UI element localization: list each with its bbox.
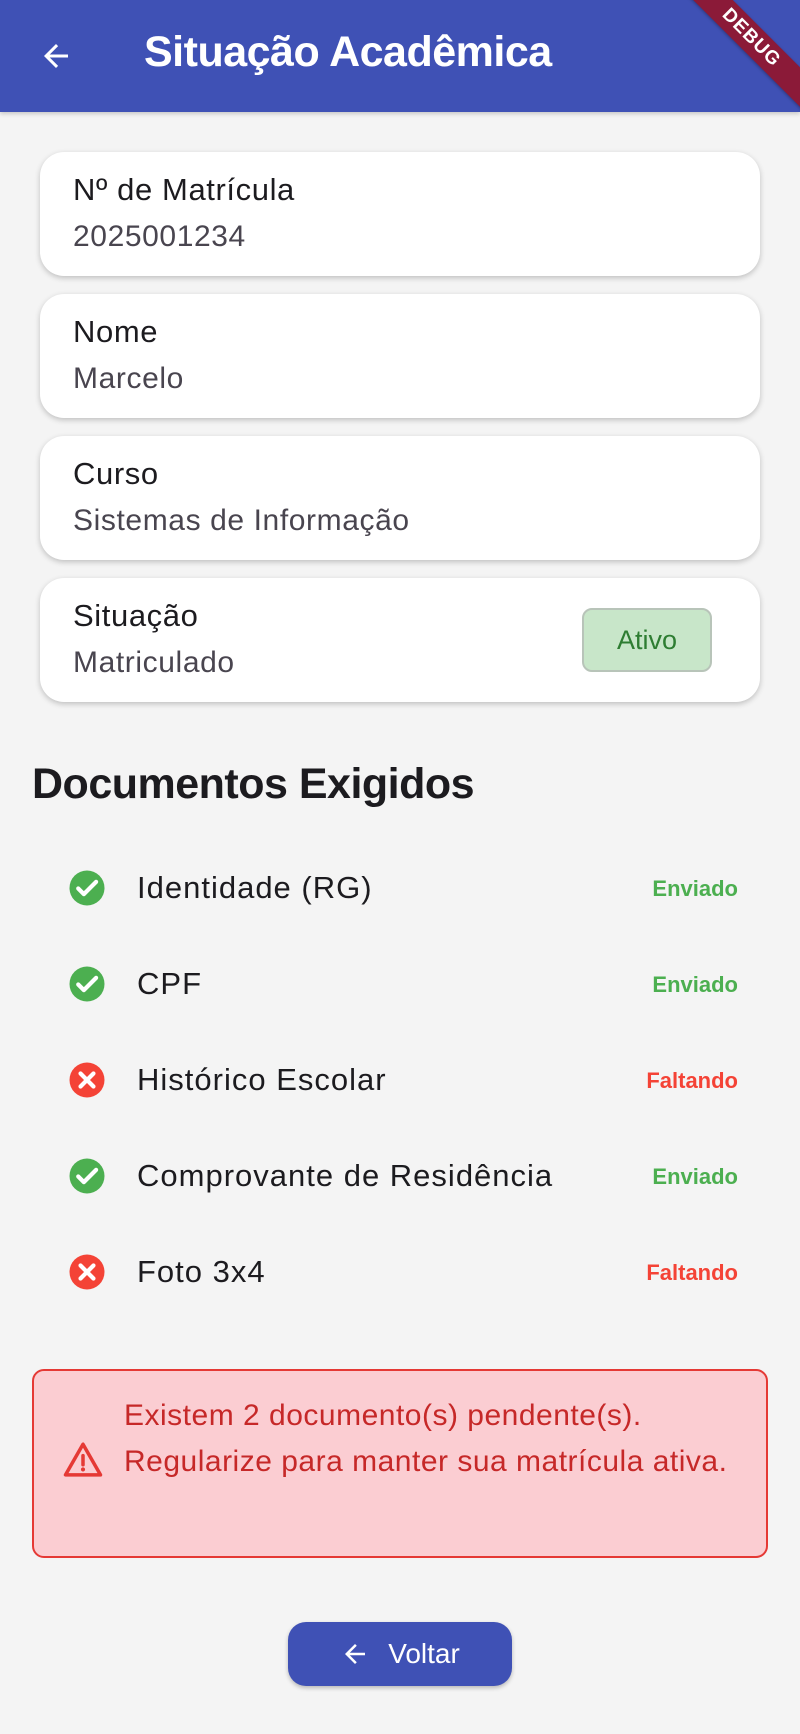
check-circle-icon [69, 870, 105, 906]
list-item: CPF Enviado [64, 954, 738, 1014]
check-circle-icon [69, 966, 105, 1002]
card-nome: Nome Marcelo [40, 294, 760, 418]
document-status: Enviado [652, 1164, 738, 1189]
document-name: Comprovante de Residência [137, 1158, 554, 1193]
pending-documents-alert: Existem 2 documento(s) pendente(s). Regu… [32, 1369, 768, 1558]
back-button[interactable] [24, 24, 88, 88]
card-label: Curso [73, 456, 159, 491]
document-status: Enviado [652, 876, 738, 901]
app-bar: Situação Acadêmica DEBUG [0, 0, 800, 112]
debug-banner: DEBUG [673, 0, 800, 112]
document-name: Identidade (RG) [137, 870, 373, 905]
card-label: Situação [73, 598, 199, 633]
card-value: Sistemas de Informação [73, 504, 410, 537]
list-item: Histórico Escolar Faltando [64, 1050, 738, 1110]
arrow-back-icon [340, 1639, 370, 1669]
document-status: Faltando [646, 1260, 738, 1285]
list-item: Foto 3x4 Faltando [64, 1242, 738, 1302]
cancel-circle-icon [69, 1254, 105, 1290]
card-situacao: Situação Matriculado Ativo [40, 578, 760, 702]
alert-message: Existem 2 documento(s) pendente(s). Regu… [124, 1399, 728, 1478]
voltar-button-label: Voltar [388, 1638, 460, 1669]
card-curso: Curso Sistemas de Informação [40, 436, 760, 560]
card-value: Marcelo [73, 362, 184, 395]
card-value: 2025001234 [73, 220, 246, 253]
card-label: Nome [73, 314, 159, 349]
list-item: Identidade (RG) Enviado [64, 858, 738, 918]
cancel-circle-icon [69, 1062, 105, 1098]
warning-icon [63, 1442, 103, 1477]
document-name: Histórico Escolar [137, 1062, 387, 1097]
arrow-back-icon [44, 44, 68, 68]
page-title: Situação Acadêmica [144, 28, 552, 76]
status-badge: Ativo [582, 608, 712, 672]
check-circle-icon [69, 1158, 105, 1194]
voltar-button[interactable]: Voltar [288, 1622, 512, 1686]
documents-title: Documentos Exigidos [32, 760, 475, 808]
document-status: Faltando [646, 1068, 738, 1093]
document-name: Foto 3x4 [137, 1254, 266, 1289]
list-item: Comprovante de Residência Enviado [64, 1146, 738, 1206]
card-label: Nº de Matrícula [73, 172, 295, 207]
document-status: Enviado [652, 972, 738, 997]
card-value: Matriculado [73, 646, 235, 679]
document-name: CPF [137, 966, 202, 1001]
card-matricula: Nº de Matrícula 2025001234 [40, 152, 760, 276]
